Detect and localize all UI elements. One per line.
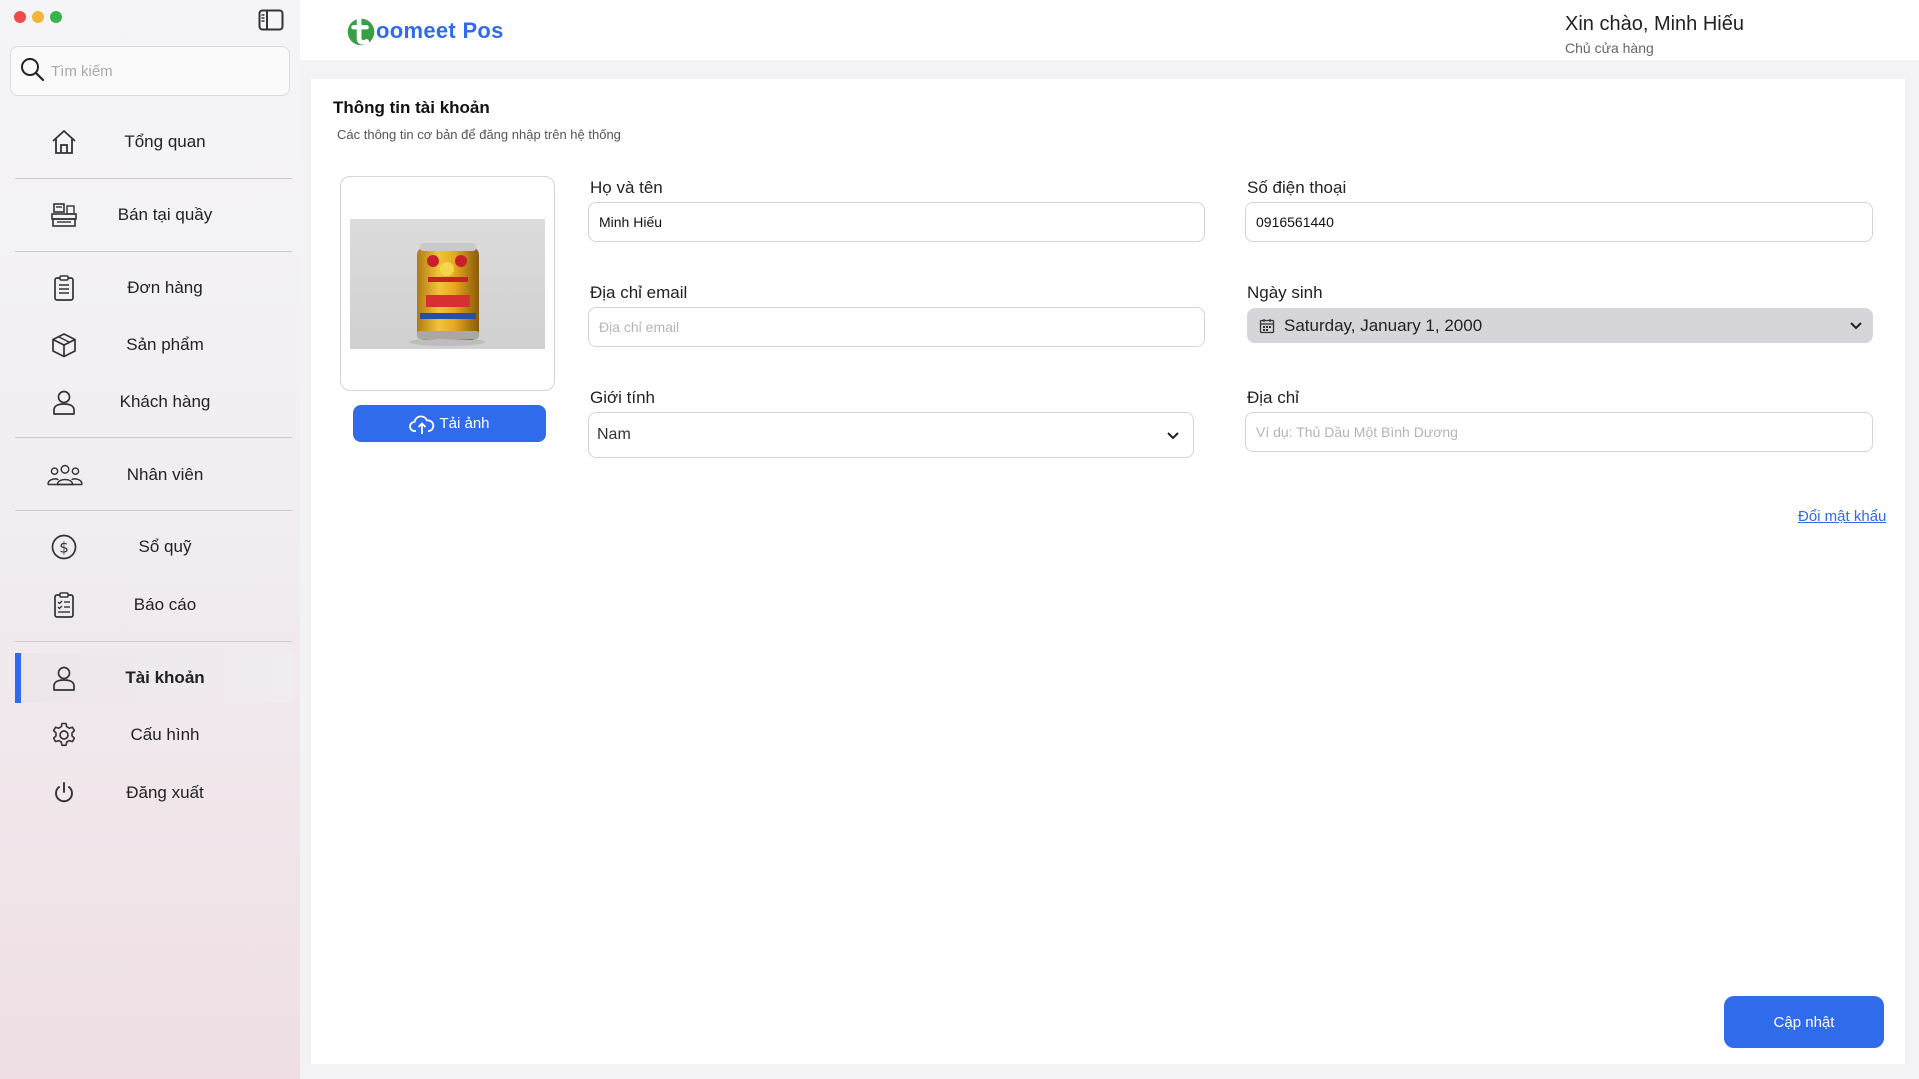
sidebar-item-label: Sản phẩm [126, 335, 204, 354]
upload-photo-label: Tải ảnh [439, 415, 490, 432]
change-password-link[interactable]: Đổi mật khẩu [1798, 508, 1886, 525]
sidebar-item-label: Đơn hàng [127, 278, 203, 297]
gender-label: Giới tính [590, 388, 656, 407]
phone-label: Số điện thoại [1247, 178, 1347, 197]
sidebar-item-label: Bán tại quầy [117, 205, 213, 224]
app-logo[interactable]: oomeet Pos [342, 12, 504, 50]
report-icon [49, 590, 79, 620]
fullname-label: Họ và tên [590, 178, 663, 197]
avatar [350, 219, 545, 349]
divider [15, 437, 292, 438]
cloud-upload-icon [409, 414, 435, 434]
top-header: oomeet Pos Xin chào, Minh Hiếu Chủ cửa h… [300, 0, 1919, 60]
birthday-date-picker[interactable]: Saturday, January 1, 2000 [1247, 308, 1873, 343]
address-input[interactable] [1256, 424, 1842, 440]
close-window-button[interactable] [14, 11, 26, 23]
search-box [10, 46, 290, 96]
sidebar-item-logout[interactable]: Đăng xuất [15, 768, 292, 818]
phone-input[interactable] [1256, 214, 1842, 230]
sidebar-item-staff[interactable]: Nhân viên [15, 450, 292, 500]
search-input[interactable] [51, 62, 271, 80]
sidebar-item-label: Khách hàng [119, 392, 211, 411]
box-icon [49, 330, 79, 360]
home-icon [49, 127, 79, 157]
update-button[interactable]: Cập nhật [1724, 996, 1884, 1048]
user-greeting: Xin chào, Minh Hiếu [1565, 13, 1744, 35]
email-input[interactable] [599, 319, 1174, 335]
gear-icon [49, 720, 79, 750]
address-field-box [1245, 412, 1873, 452]
sidebar-item-account[interactable]: Tài khoản [15, 653, 292, 703]
sidebar-item-orders[interactable]: Đơn hàng [15, 263, 292, 313]
divider [15, 510, 292, 511]
sidebar-item-label: Tổng quan [124, 132, 206, 151]
avatar-frame [340, 176, 555, 391]
sidebar-item-label: Đăng xuất [126, 783, 204, 802]
user-role: Chủ cửa hàng [1565, 40, 1654, 56]
app-logo-text: oomeet Pos [376, 18, 504, 43]
sidebar-toggle-icon[interactable] [258, 9, 284, 31]
sidebar-item-label: Tài khoản [125, 668, 205, 687]
minimize-window-button[interactable] [32, 11, 44, 23]
sidebar-item-cashbook[interactable]: $ Sổ quỹ [15, 522, 292, 572]
sidebar-item-overview[interactable]: Tổng quan [15, 117, 292, 167]
fullname-field-box [588, 202, 1205, 242]
page-title: Thông tin tài khoản [333, 98, 490, 117]
birthday-label: Ngày sinh [1247, 283, 1323, 302]
window-controls [14, 11, 62, 23]
sidebar-item-pos[interactable]: Bán tại quầy [15, 190, 292, 240]
order-clipboard-icon [49, 273, 79, 303]
sidebar-item-settings[interactable]: Cấu hình [15, 710, 292, 760]
chevron-down-icon [1167, 432, 1179, 440]
calendar-icon [1259, 318, 1275, 333]
chevron-down-icon [1850, 322, 1862, 330]
email-field-box [588, 307, 1205, 347]
maximize-window-button[interactable] [50, 11, 62, 23]
search-icon [19, 56, 45, 87]
power-icon [49, 778, 79, 808]
product-can-image [409, 243, 485, 346]
gender-select[interactable]: Nam [588, 412, 1194, 458]
address-label: Địa chỉ [1247, 388, 1299, 407]
pos-counter-icon [49, 200, 79, 230]
page-subtitle: Các thông tin cơ bản để đăng nhập trên h… [337, 127, 621, 142]
account-card: Thông tin tài khoản Các thông tin cơ bản… [311, 79, 1905, 1064]
sidebar-item-label: Sổ quỹ [138, 537, 192, 556]
sidebar-item-label: Nhân viên [126, 465, 204, 484]
sidebar-item-customers[interactable]: Khách hàng [15, 377, 292, 427]
svg-text:$: $ [59, 539, 69, 557]
gender-value: Nam [597, 426, 631, 443]
sidebar-item-label: Cấu hình [130, 725, 200, 744]
email-label: Địa chỉ email [590, 283, 688, 302]
sidebar-item-label: Báo cáo [133, 595, 197, 614]
sidebar-item-products[interactable]: Sản phẩm [15, 320, 292, 370]
sidebar: Tổng quan Bán tại quầy Đơn hàng Sản phẩm… [0, 0, 300, 1079]
sidebar-item-reports[interactable]: Báo cáo [15, 580, 292, 630]
phone-field-box [1245, 202, 1873, 242]
user-icon [49, 387, 79, 417]
birthday-value: Saturday, January 1, 2000 [1284, 315, 1483, 335]
fullname-input[interactable] [599, 214, 1174, 230]
dollar-circle-icon: $ [49, 532, 79, 562]
upload-photo-button[interactable]: Tải ảnh [353, 405, 546, 442]
divider [15, 641, 292, 642]
divider [15, 178, 292, 179]
toomeet-logo-icon [347, 17, 375, 46]
team-icon [45, 460, 85, 490]
account-icon [49, 663, 79, 693]
divider [15, 251, 292, 252]
